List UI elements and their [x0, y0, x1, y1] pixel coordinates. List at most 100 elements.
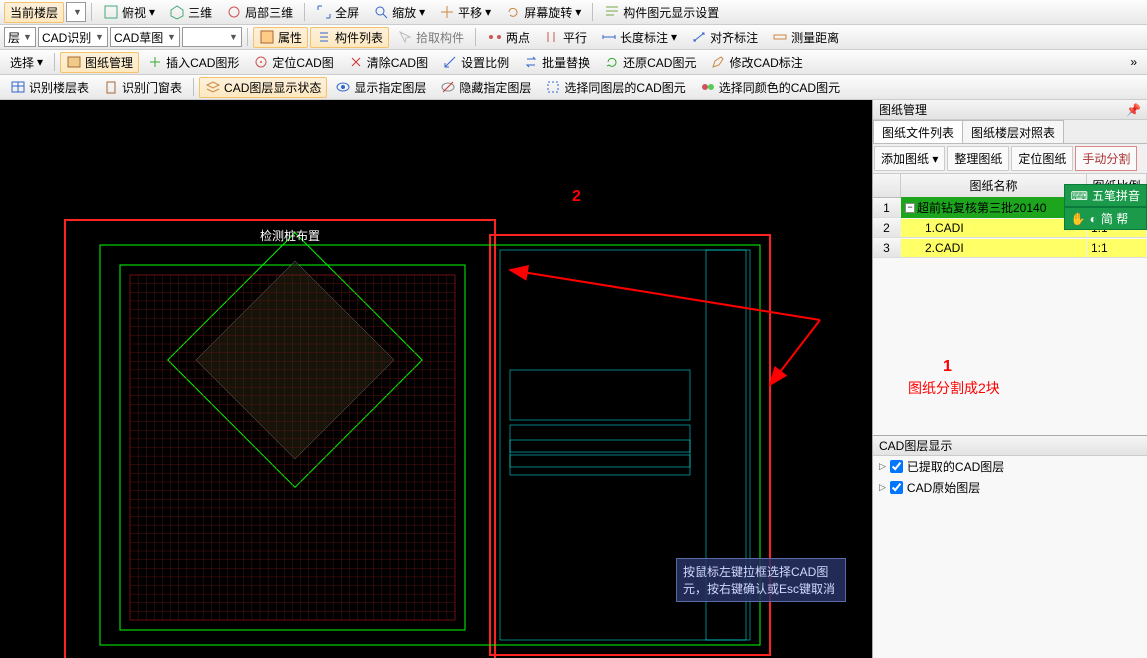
select-layer-icon — [545, 79, 561, 95]
zoom-button[interactable]: 缩放▾ — [367, 2, 431, 23]
pan-icon — [439, 4, 455, 20]
table-row[interactable]: 3 2.CADI 1:1 — [873, 238, 1147, 258]
tab-file-list[interactable]: 图纸文件列表 — [873, 120, 963, 143]
recog-floor-table-button[interactable]: 识别楼层表 — [4, 77, 95, 98]
hint-tooltip: 按鼠标左键拉框选择CAD图元，按右键确认或Esc键取消 — [676, 558, 846, 602]
attribute-button[interactable]: 属性 — [253, 27, 308, 48]
fullscreen-button[interactable]: 全屏 — [310, 2, 365, 23]
annotation-text: 图纸分割成2块 — [908, 378, 1000, 398]
manual-split-button[interactable]: 手动分割 — [1075, 146, 1137, 171]
top-view-button[interactable]: 俯视▾ — [97, 2, 161, 23]
two-points-icon — [487, 29, 503, 45]
parallel-button[interactable]: 平行 — [538, 27, 593, 48]
toolbar-row-1: 当前楼层 ▼ 俯视▾ 三维 局部三维 全屏 缩放▾ 平移▾ 屏幕旋转▾ 构件图元… — [0, 0, 1147, 25]
3d-icon — [169, 4, 185, 20]
panel-toolbar: 添加图纸 ▾ 整理图纸 定位图纸 手动分割 — [873, 144, 1147, 174]
ime-indicator[interactable]: ⌨五笔拼音 ✋◐简 帮 — [1064, 184, 1147, 230]
layer-checkbox[interactable] — [890, 460, 903, 473]
select-color-icon — [700, 79, 716, 95]
display-icon — [604, 4, 620, 20]
panel-title-drawing-manage: 图纸管理 📌 — [873, 100, 1147, 120]
measure-button[interactable]: 测量距离 — [766, 27, 845, 48]
clear-icon — [348, 54, 364, 70]
replace-icon — [523, 54, 539, 70]
tab-floor-compare[interactable]: 图纸楼层对照表 — [962, 120, 1064, 143]
insert-cad-button[interactable]: 插入CAD图形 — [141, 52, 245, 73]
hide-layer-button[interactable]: 隐藏指定图层 — [434, 77, 537, 98]
local-3d-button[interactable]: 局部三维 — [220, 2, 299, 23]
locate-drawing-button[interactable]: 定位图纸 — [1011, 146, 1073, 171]
drawing-manage-button[interactable]: 图纸管理 — [60, 52, 139, 73]
layer-panel: CAD图层显示 ▷ 已提取的CAD图层 ▷ CAD原始图层 — [873, 435, 1147, 658]
toolbar-row-4: 识别楼层表 识别门窗表 CAD图层显示状态 显示指定图层 隐藏指定图层 选择同图… — [0, 75, 1147, 100]
measure-icon — [772, 29, 788, 45]
restore-cad-button[interactable]: 还原CAD图元 — [598, 52, 702, 73]
two-points-button[interactable]: 两点 — [481, 27, 536, 48]
local3d-icon — [226, 4, 242, 20]
recog-door-window-button[interactable]: 识别门窗表 — [97, 77, 188, 98]
modify-icon — [710, 54, 726, 70]
select-same-color-button[interactable]: 选择同颜色的CAD图元 — [694, 77, 846, 98]
show-icon — [335, 79, 351, 95]
parallel-icon — [544, 29, 560, 45]
cad-recognize-combo[interactable]: CAD识别▼ — [38, 27, 108, 47]
panel-pin-icon[interactable]: 📌 — [1126, 103, 1141, 117]
component-list-button[interactable]: 构件列表 — [310, 27, 389, 48]
properties-icon — [259, 29, 275, 45]
table-icon — [10, 79, 26, 95]
tree-expand-icon[interactable]: ▷ — [879, 461, 886, 472]
select-same-layer-button[interactable]: 选择同图层的CAD图元 — [539, 77, 691, 98]
collapse-icon[interactable]: − — [905, 203, 915, 213]
tree-item-extracted[interactable]: ▷ 已提取的CAD图层 — [873, 456, 1147, 477]
drawing-title: 检测桩布置 — [260, 228, 320, 243]
scale-icon — [442, 54, 458, 70]
cube-icon — [103, 4, 119, 20]
empty-combo[interactable]: ▼ — [182, 27, 242, 47]
three-d-button[interactable]: 三维 — [163, 2, 218, 23]
cad-viewport[interactable]: 检测桩布置 2 按鼠标左键拉框选择CAD图元，按右键确认或Esc键取消 — [0, 100, 872, 658]
component-display-button[interactable]: 构件图元显示设置 — [598, 2, 725, 23]
locate-cad-button[interactable]: 定位CAD图 — [247, 52, 339, 73]
drawing-icon — [66, 54, 82, 70]
door-icon — [103, 79, 119, 95]
show-layer-button[interactable]: 显示指定图层 — [329, 77, 432, 98]
set-scale-button[interactable]: 设置比例 — [436, 52, 515, 73]
screen-rotate-button[interactable]: 屏幕旋转▾ — [499, 2, 587, 23]
modify-cad-dim-button[interactable]: 修改CAD标注 — [704, 52, 808, 73]
floor-combo[interactable]: 层▼ — [4, 27, 36, 47]
insert-icon — [147, 54, 163, 70]
pick-component-button[interactable]: 拾取构件 — [391, 27, 470, 48]
layers-icon — [205, 79, 221, 95]
align-icon — [691, 29, 707, 45]
col-name[interactable]: 图纸名称 — [901, 174, 1087, 197]
tree-expand-icon[interactable]: ▷ — [879, 482, 886, 493]
cad-sketch-combo[interactable]: CAD草图▼ — [110, 27, 180, 47]
layer-checkbox[interactable] — [890, 481, 903, 494]
current-floor-button[interactable]: 当前楼层 — [4, 2, 64, 23]
target-icon — [253, 54, 269, 70]
align-dim-button[interactable]: 对齐标注 — [685, 27, 764, 48]
panel-title-cad-layer: CAD图层显示 — [873, 436, 1147, 456]
annotation-1: 1 — [943, 358, 952, 376]
zoom-icon — [373, 4, 389, 20]
organize-drawing-button[interactable]: 整理图纸 — [947, 146, 1009, 171]
batch-replace-button[interactable]: 批量替换 — [517, 52, 596, 73]
list-icon — [316, 29, 332, 45]
toolbar-row-2: 层▼ CAD识别▼ CAD草图▼ ▼ 属性 构件列表 拾取构件 两点 平行 长度… — [0, 25, 1147, 50]
rotate-icon — [505, 4, 521, 20]
ruler-icon — [601, 29, 617, 45]
floor-dropdown-small[interactable]: ▼ — [66, 2, 86, 22]
pan-button[interactable]: 平移▾ — [433, 2, 497, 23]
toolbar-row-3: 选择▾ 图纸管理 插入CAD图形 定位CAD图 清除CAD图 设置比例 批量替换… — [0, 50, 1147, 75]
restore-icon — [604, 54, 620, 70]
drawing-tabs: 图纸文件列表 图纸楼层对照表 — [873, 120, 1147, 144]
cad-layer-state-button[interactable]: CAD图层显示状态 — [199, 77, 327, 98]
clear-cad-button[interactable]: 清除CAD图 — [342, 52, 434, 73]
tree-item-original[interactable]: ▷ CAD原始图层 — [873, 477, 1147, 498]
picker-icon — [397, 29, 413, 45]
select-button[interactable]: 选择▾ — [4, 52, 49, 73]
overflow-button[interactable]: » — [1124, 52, 1143, 73]
add-drawing-button[interactable]: 添加图纸 ▾ — [874, 146, 945, 171]
hide-icon — [440, 79, 456, 95]
length-dim-button[interactable]: 长度标注▾ — [595, 27, 683, 48]
